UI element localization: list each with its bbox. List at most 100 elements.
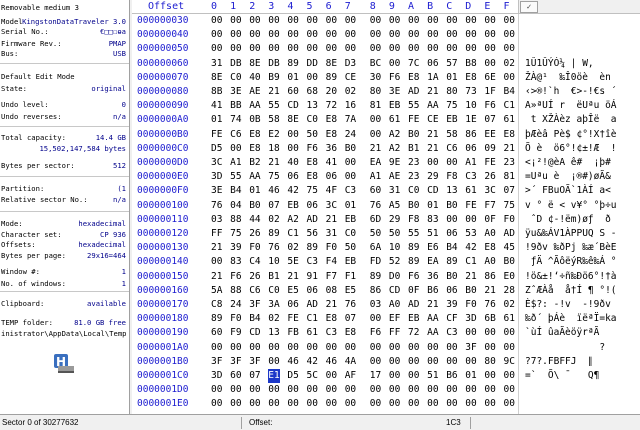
hex-byte[interactable]: D5: [211, 142, 222, 156]
hex-byte[interactable]: 6E: [484, 71, 495, 85]
hex-byte[interactable]: 00: [446, 156, 457, 170]
hex-byte[interactable]: 00: [427, 341, 438, 355]
hex-byte[interactable]: 1F: [484, 85, 495, 99]
hex-byte[interactable]: 00: [230, 383, 241, 397]
hex-byte[interactable]: E1: [268, 369, 280, 383]
hex-byte[interactable]: 01: [446, 71, 457, 85]
hex-byte[interactable]: 3E: [389, 85, 400, 99]
hex-byte[interactable]: 00: [326, 28, 337, 42]
hex-byte[interactable]: 8E: [249, 57, 260, 71]
hex-byte[interactable]: 3C: [211, 156, 222, 170]
row-text[interactable]: <¡²!@èA ê# ¡þ#: [525, 156, 637, 170]
text-column[interactable]: 1Û1ÛÝÓ¼ | W, ŽÀ@¹ ‰Î0öè èn ‹>®!`h €>-!€s …: [518, 14, 640, 424]
row-offset[interactable]: 000000170: [137, 298, 188, 312]
hex-byte[interactable]: EF: [389, 312, 400, 326]
hex-byte[interactable]: EB: [287, 199, 298, 213]
offset-column-header[interactable]: Offset: [148, 1, 184, 13]
hex-byte[interactable]: AA: [249, 170, 260, 184]
column-header-a[interactable]: A: [408, 1, 414, 13]
hex-byte[interactable]: 0B: [249, 113, 260, 127]
hex-byte[interactable]: 72: [408, 326, 419, 340]
hex-byte[interactable]: B0: [249, 199, 260, 213]
hex-byte[interactable]: 00: [389, 28, 400, 42]
hex-byte[interactable]: 21: [465, 270, 476, 284]
hex-byte[interactable]: 80: [446, 85, 457, 99]
hex-byte[interactable]: B0: [446, 199, 457, 213]
hex-byte[interactable]: 80: [370, 85, 381, 99]
hex-byte[interactable]: 00: [370, 42, 381, 56]
hex-byte[interactable]: 55: [230, 170, 241, 184]
hex-byte[interactable]: 89: [268, 227, 279, 241]
row-offset[interactable]: 0000000F0: [137, 184, 188, 198]
hex-byte[interactable]: 00: [408, 341, 419, 355]
hex-byte[interactable]: 00: [427, 383, 438, 397]
hex-byte[interactable]: E8: [326, 113, 337, 127]
hex-byte[interactable]: 3D: [211, 369, 222, 383]
hex-byte[interactable]: 3F: [465, 341, 476, 355]
hex-byte[interactable]: B0: [408, 199, 419, 213]
hex-byte[interactable]: F1: [345, 270, 356, 284]
hex-byte[interactable]: 21: [484, 284, 495, 298]
hex-byte[interactable]: C3: [465, 170, 476, 184]
hex-byte[interactable]: F6: [370, 326, 381, 340]
hex-byte[interactable]: 60: [287, 85, 298, 99]
hex-byte[interactable]: B0: [465, 284, 476, 298]
hex-byte[interactable]: 00: [465, 14, 476, 28]
hex-byte[interactable]: 00: [307, 28, 318, 42]
hex-byte[interactable]: 00: [345, 28, 356, 42]
hex-byte[interactable]: 00: [345, 383, 356, 397]
row-text[interactable]: [525, 397, 637, 411]
hex-byte[interactable]: A2: [287, 213, 298, 227]
hex-byte[interactable]: C0: [230, 71, 241, 85]
hex-byte[interactable]: 4A: [345, 355, 356, 369]
hex-byte[interactable]: 76: [345, 298, 356, 312]
hex-byte[interactable]: 00: [287, 341, 298, 355]
hex-byte[interactable]: F7: [484, 199, 495, 213]
hex-byte[interactable]: C6: [249, 284, 260, 298]
hex-byte[interactable]: 45: [504, 241, 515, 255]
hex-byte[interactable]: AA: [427, 326, 438, 340]
hex-byte[interactable]: 00: [211, 383, 222, 397]
hex-byte[interactable]: 9C: [504, 355, 515, 369]
row-offset[interactable]: 000000060: [137, 57, 188, 71]
hex-byte[interactable]: 00: [211, 255, 222, 269]
hex-byte[interactable]: 06: [446, 284, 457, 298]
hex-byte[interactable]: 00: [230, 142, 241, 156]
hex-byte[interactable]: 56: [307, 227, 318, 241]
hex-byte[interactable]: 39: [446, 298, 457, 312]
hex-byte[interactable]: C1: [307, 312, 318, 326]
hex-byte[interactable]: B0: [504, 255, 515, 269]
hex-byte[interactable]: 01: [345, 199, 356, 213]
hex-byte[interactable]: F6: [408, 270, 419, 284]
hex-byte[interactable]: C8: [211, 298, 222, 312]
hex-byte[interactable]: 42: [307, 355, 318, 369]
hex-byte[interactable]: 00: [465, 326, 476, 340]
hex-byte[interactable]: 02: [287, 241, 298, 255]
hex-byte[interactable]: 00: [427, 156, 438, 170]
hex-byte[interactable]: 06: [427, 57, 438, 71]
hex-byte[interactable]: 50: [345, 241, 356, 255]
hex-byte[interactable]: 5E: [287, 255, 298, 269]
hex-byte[interactable]: 89: [326, 71, 337, 85]
hex-byte[interactable]: 3D: [465, 312, 476, 326]
hex-byte[interactable]: 3F: [230, 355, 241, 369]
hex-byte[interactable]: F6: [484, 99, 495, 113]
hex-byte[interactable]: E8: [326, 312, 337, 326]
hex-byte[interactable]: A0: [484, 227, 495, 241]
hex-byte[interactable]: 00: [307, 42, 318, 56]
hex-byte[interactable]: A0: [484, 255, 495, 269]
hex-byte[interactable]: A5: [389, 199, 400, 213]
hex-byte[interactable]: 00: [465, 28, 476, 42]
hex-byte[interactable]: 00: [370, 355, 381, 369]
row-text[interactable]: ŽÀ@¹ ‰Î0öè èn: [525, 71, 637, 85]
hex-byte[interactable]: 88: [230, 213, 241, 227]
hex-byte[interactable]: F0: [326, 241, 337, 255]
hex-byte[interactable]: 00: [504, 341, 515, 355]
hex-byte[interactable]: B0: [446, 270, 457, 284]
hex-byte[interactable]: 00: [307, 341, 318, 355]
hex-byte[interactable]: 00: [268, 397, 279, 411]
row-offset[interactable]: 000000070: [137, 71, 188, 85]
hex-byte[interactable]: B4: [504, 85, 515, 99]
row-offset[interactable]: 0000000A0: [137, 113, 188, 127]
hex-byte[interactable]: 21: [211, 241, 222, 255]
